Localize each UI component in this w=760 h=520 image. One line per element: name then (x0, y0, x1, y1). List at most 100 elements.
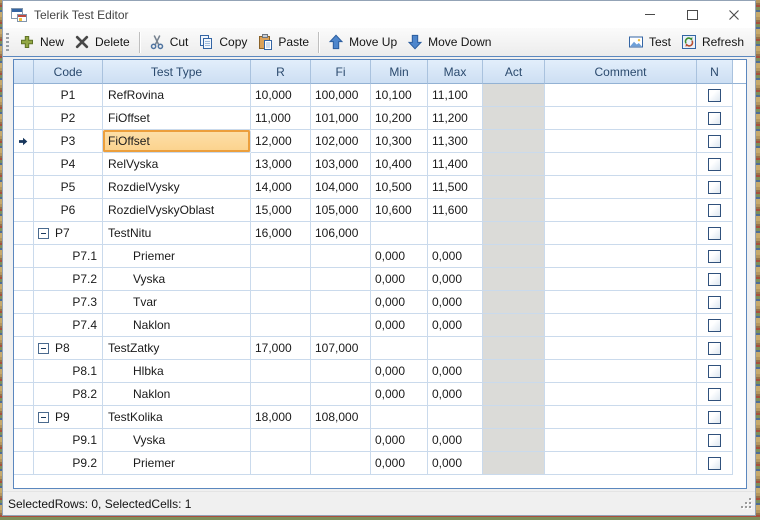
column-header-comment[interactable]: Comment (545, 60, 697, 84)
cell-max[interactable]: 0,000 (428, 268, 483, 291)
cell-comment[interactable] (545, 199, 697, 222)
cell-test-type[interactable]: TestKolika (103, 406, 251, 429)
row-selector[interactable] (14, 222, 34, 245)
cell-comment[interactable] (545, 153, 697, 176)
cell-n[interactable] (697, 245, 733, 268)
cell-n[interactable] (697, 84, 733, 107)
cell-test-type[interactable]: Vyska (103, 429, 251, 452)
resize-grip-icon[interactable] (740, 497, 753, 513)
cell-test-type[interactable]: RefRovina (103, 84, 251, 107)
cell-comment[interactable] (545, 406, 697, 429)
cell-code[interactable]: P8.2 (34, 383, 103, 406)
row-selector[interactable] (14, 199, 34, 222)
row-selector[interactable] (14, 107, 34, 130)
cell-max[interactable]: 11,200 (428, 107, 483, 130)
checkbox[interactable] (708, 157, 721, 171)
column-header-row-selector[interactable] (14, 60, 34, 84)
column-header-test-type[interactable]: Test Type (103, 60, 251, 84)
cell-code[interactable]: P5 (34, 176, 103, 199)
cell-r[interactable]: 14,000 (251, 176, 311, 199)
cell-min[interactable]: 10,200 (371, 107, 428, 130)
cell-min[interactable]: 0,000 (371, 245, 428, 268)
cell-min[interactable]: 10,300 (371, 130, 428, 153)
cell-act[interactable] (483, 337, 545, 360)
cut-button[interactable]: Cut (144, 32, 194, 52)
cell-n[interactable] (697, 429, 733, 452)
cell-comment[interactable] (545, 360, 697, 383)
cell-r[interactable] (251, 291, 311, 314)
cell-max[interactable]: 11,600 (428, 199, 483, 222)
cell-n[interactable] (697, 452, 733, 475)
cell-comment[interactable] (545, 84, 697, 107)
cell-r[interactable] (251, 268, 311, 291)
row-selector[interactable] (14, 291, 34, 314)
row-selector[interactable] (14, 314, 34, 337)
cell-act[interactable] (483, 199, 545, 222)
cell-test-type[interactable]: RozdielVysky (103, 176, 251, 199)
cell-test-type[interactable]: Priemer (103, 245, 251, 268)
cell-test-type[interactable]: RozdielVyskyOblast (103, 199, 251, 222)
cell-comment[interactable] (545, 452, 697, 475)
cell-act[interactable] (483, 360, 545, 383)
cell-max[interactable]: 0,000 (428, 452, 483, 475)
row-selector[interactable] (14, 337, 34, 360)
row-selector[interactable] (14, 383, 34, 406)
cell-comment[interactable] (545, 245, 697, 268)
cell-n[interactable] (697, 199, 733, 222)
cell-code[interactable]: P8 (34, 337, 103, 360)
cell-r[interactable]: 18,000 (251, 406, 311, 429)
checkbox[interactable] (708, 111, 721, 125)
cell-act[interactable] (483, 452, 545, 475)
cell-comment[interactable] (545, 383, 697, 406)
cell-max[interactable]: 11,400 (428, 153, 483, 176)
cell-test-type[interactable]: FiOffset (103, 130, 251, 153)
new-button[interactable]: New (14, 32, 69, 52)
cell-comment[interactable] (545, 107, 697, 130)
cell-test-type[interactable]: Naklon (103, 314, 251, 337)
cell-code[interactable]: P7.1 (34, 245, 103, 268)
cell-n[interactable] (697, 130, 733, 153)
cell-min[interactable]: 0,000 (371, 383, 428, 406)
checkbox[interactable] (708, 295, 721, 309)
cell-min[interactable]: 0,000 (371, 452, 428, 475)
cell-act[interactable] (483, 291, 545, 314)
checkbox[interactable] (708, 364, 721, 378)
checkbox[interactable] (708, 387, 721, 401)
cell-code[interactable]: P2 (34, 107, 103, 130)
cell-min[interactable]: 0,000 (371, 268, 428, 291)
cell-fi[interactable]: 105,000 (311, 199, 371, 222)
cell-n[interactable] (697, 176, 733, 199)
refresh-button[interactable]: Refresh (676, 32, 749, 52)
cell-test-type[interactable]: Hlbka (103, 360, 251, 383)
minimize-button[interactable] (629, 1, 671, 28)
checkbox[interactable] (708, 410, 721, 424)
cell-fi[interactable]: 104,000 (311, 176, 371, 199)
toolbar-grip[interactable] (6, 32, 9, 52)
cell-code[interactable]: P6 (34, 199, 103, 222)
cell-code[interactable]: P8.1 (34, 360, 103, 383)
cell-min[interactable] (371, 222, 428, 245)
cell-act[interactable] (483, 130, 545, 153)
cell-max[interactable] (428, 406, 483, 429)
cell-comment[interactable] (545, 314, 697, 337)
cell-max[interactable]: 11,100 (428, 84, 483, 107)
cell-fi[interactable] (311, 268, 371, 291)
cell-code[interactable]: P4 (34, 153, 103, 176)
cell-code[interactable]: P3 (34, 130, 103, 153)
checkbox[interactable] (708, 180, 721, 194)
cell-test-type[interactable]: Vyska (103, 268, 251, 291)
cell-min[interactable]: 0,000 (371, 291, 428, 314)
column-header-fi[interactable]: Fi (311, 60, 371, 84)
cell-act[interactable] (483, 222, 545, 245)
close-button[interactable] (713, 1, 755, 28)
cell-n[interactable] (697, 268, 733, 291)
checkbox[interactable] (708, 318, 721, 332)
cell-act[interactable] (483, 153, 545, 176)
cell-comment[interactable] (545, 130, 697, 153)
row-selector[interactable] (14, 268, 34, 291)
cell-comment[interactable] (545, 268, 697, 291)
delete-button[interactable]: Delete (69, 32, 135, 52)
cell-code[interactable]: P9 (34, 406, 103, 429)
cell-act[interactable] (483, 406, 545, 429)
cell-min[interactable] (371, 337, 428, 360)
